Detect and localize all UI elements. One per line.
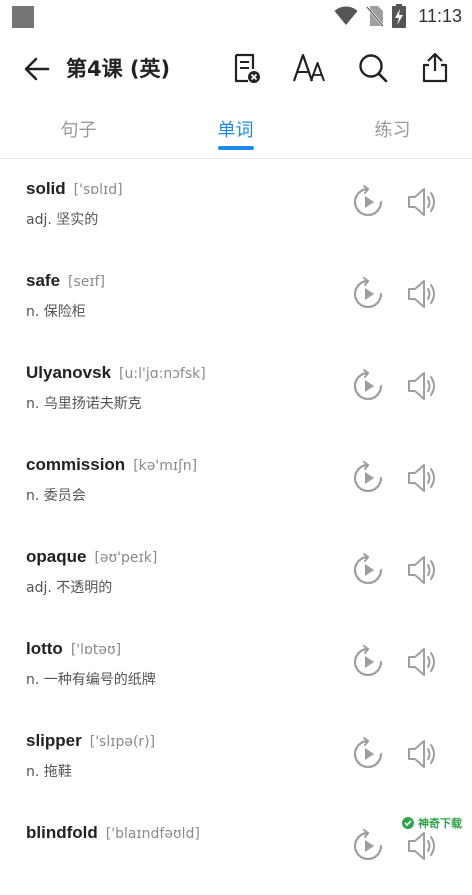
phonetic-text: ['sɒlɪd] xyxy=(73,182,123,198)
speaker-icon[interactable] xyxy=(405,829,439,863)
phonetic-text: [seɪf] xyxy=(68,274,105,290)
phonetic-text: ['lɒtəʊ] xyxy=(70,642,122,658)
page-title: 第4课 (英) xyxy=(66,57,171,81)
replay-icon[interactable] xyxy=(351,369,385,403)
search-icon[interactable] xyxy=(356,51,390,85)
word-text: blindfold xyxy=(26,823,98,842)
replay-icon[interactable] xyxy=(351,737,385,771)
word-row[interactable]: slipper ['slɪpə(r)] n. 拖鞋 xyxy=(0,711,472,803)
wifi-icon xyxy=(334,6,358,25)
phonetic-text: ['slɪpə(r)] xyxy=(89,734,156,750)
word-text: lotto xyxy=(26,639,63,658)
word-row[interactable]: commission [kə'mɪʃn] n. 委员会 xyxy=(0,435,472,527)
no-sim-icon xyxy=(366,6,385,27)
word-row[interactable]: opaque [əʊ'peɪk] adj. 不透明的 xyxy=(0,527,472,619)
meaning-text: n. 保险柜 xyxy=(26,304,86,320)
tab-indicator xyxy=(218,146,254,150)
word-row[interactable]: safe [seɪf] n. 保险柜 xyxy=(0,251,472,343)
meaning-text: adj. 不透明的 xyxy=(26,580,113,596)
share-icon[interactable] xyxy=(418,51,452,85)
word-text: opaque xyxy=(26,547,87,566)
watermark: 神奇下载 xyxy=(399,815,464,831)
status-bar: 11:13 xyxy=(0,0,472,32)
replay-icon[interactable] xyxy=(351,185,385,219)
notification-icon xyxy=(12,6,34,28)
watermark-logo-icon xyxy=(402,817,414,829)
status-time: 11:13 xyxy=(418,5,462,26)
phonetic-text: [u:l'jɑ:nɔfsk] xyxy=(119,366,206,382)
speaker-icon[interactable] xyxy=(405,645,439,679)
replay-icon[interactable] xyxy=(351,461,385,495)
replay-icon[interactable] xyxy=(351,829,385,863)
word-text: Ulyanovsk xyxy=(26,363,112,382)
word-row[interactable]: solid ['sɒlɪd] adj. 坚实的 xyxy=(0,159,472,251)
replay-icon[interactable] xyxy=(351,553,385,587)
meaning-text: n. 一种有编号的纸牌 xyxy=(26,672,156,688)
speaker-icon[interactable] xyxy=(405,461,439,495)
word-list: solid ['sɒlɪd] adj. 坚实的 safe [seɪf] n. 保险柜 xyxy=(0,159,472,895)
speaker-icon[interactable] xyxy=(405,185,439,219)
tab-exercises[interactable]: 练习 xyxy=(314,110,471,156)
replay-icon[interactable] xyxy=(351,277,385,311)
word-text: solid xyxy=(26,179,66,198)
speaker-icon[interactable] xyxy=(405,369,439,403)
meaning-text: n. 拖鞋 xyxy=(26,764,72,780)
meaning-text: n. 委员会 xyxy=(26,488,86,504)
note-clear-icon[interactable] xyxy=(229,51,263,85)
phonetic-text: ['blaɪndfəʊld] xyxy=(105,826,200,842)
phonetic-text: [əʊ'peɪk] xyxy=(94,550,158,566)
status-icons: 11:13 xyxy=(334,4,462,28)
speaker-icon[interactable] xyxy=(405,277,439,311)
watermark-text: 神奇下载 xyxy=(418,817,462,830)
word-text: safe xyxy=(26,271,61,290)
word-row[interactable]: Ulyanovsk [u:l'jɑ:nɔfsk] n. 乌里扬诺夫斯克 xyxy=(0,343,472,435)
word-text: slipper xyxy=(26,731,82,750)
app-bar: 第4课 (英) xyxy=(0,40,472,98)
phonetic-text: [kə'mɪʃn] xyxy=(133,458,198,474)
meaning-text: adj. 坚实的 xyxy=(26,212,99,228)
replay-icon[interactable] xyxy=(351,645,385,679)
meaning-text: n. 乌里扬诺夫斯克 xyxy=(26,396,142,412)
tab-bar: 句子 单词 练习 xyxy=(0,110,472,159)
font-size-icon[interactable] xyxy=(292,51,326,85)
tab-sentences[interactable]: 句子 xyxy=(0,110,157,156)
speaker-icon[interactable] xyxy=(405,553,439,587)
word-row[interactable]: lotto ['lɒtəʊ] n. 一种有编号的纸牌 xyxy=(0,619,472,711)
arrow-left-icon[interactable] xyxy=(22,54,52,84)
speaker-icon[interactable] xyxy=(405,737,439,771)
battery-icon xyxy=(392,4,407,28)
word-text: commission xyxy=(26,455,126,474)
